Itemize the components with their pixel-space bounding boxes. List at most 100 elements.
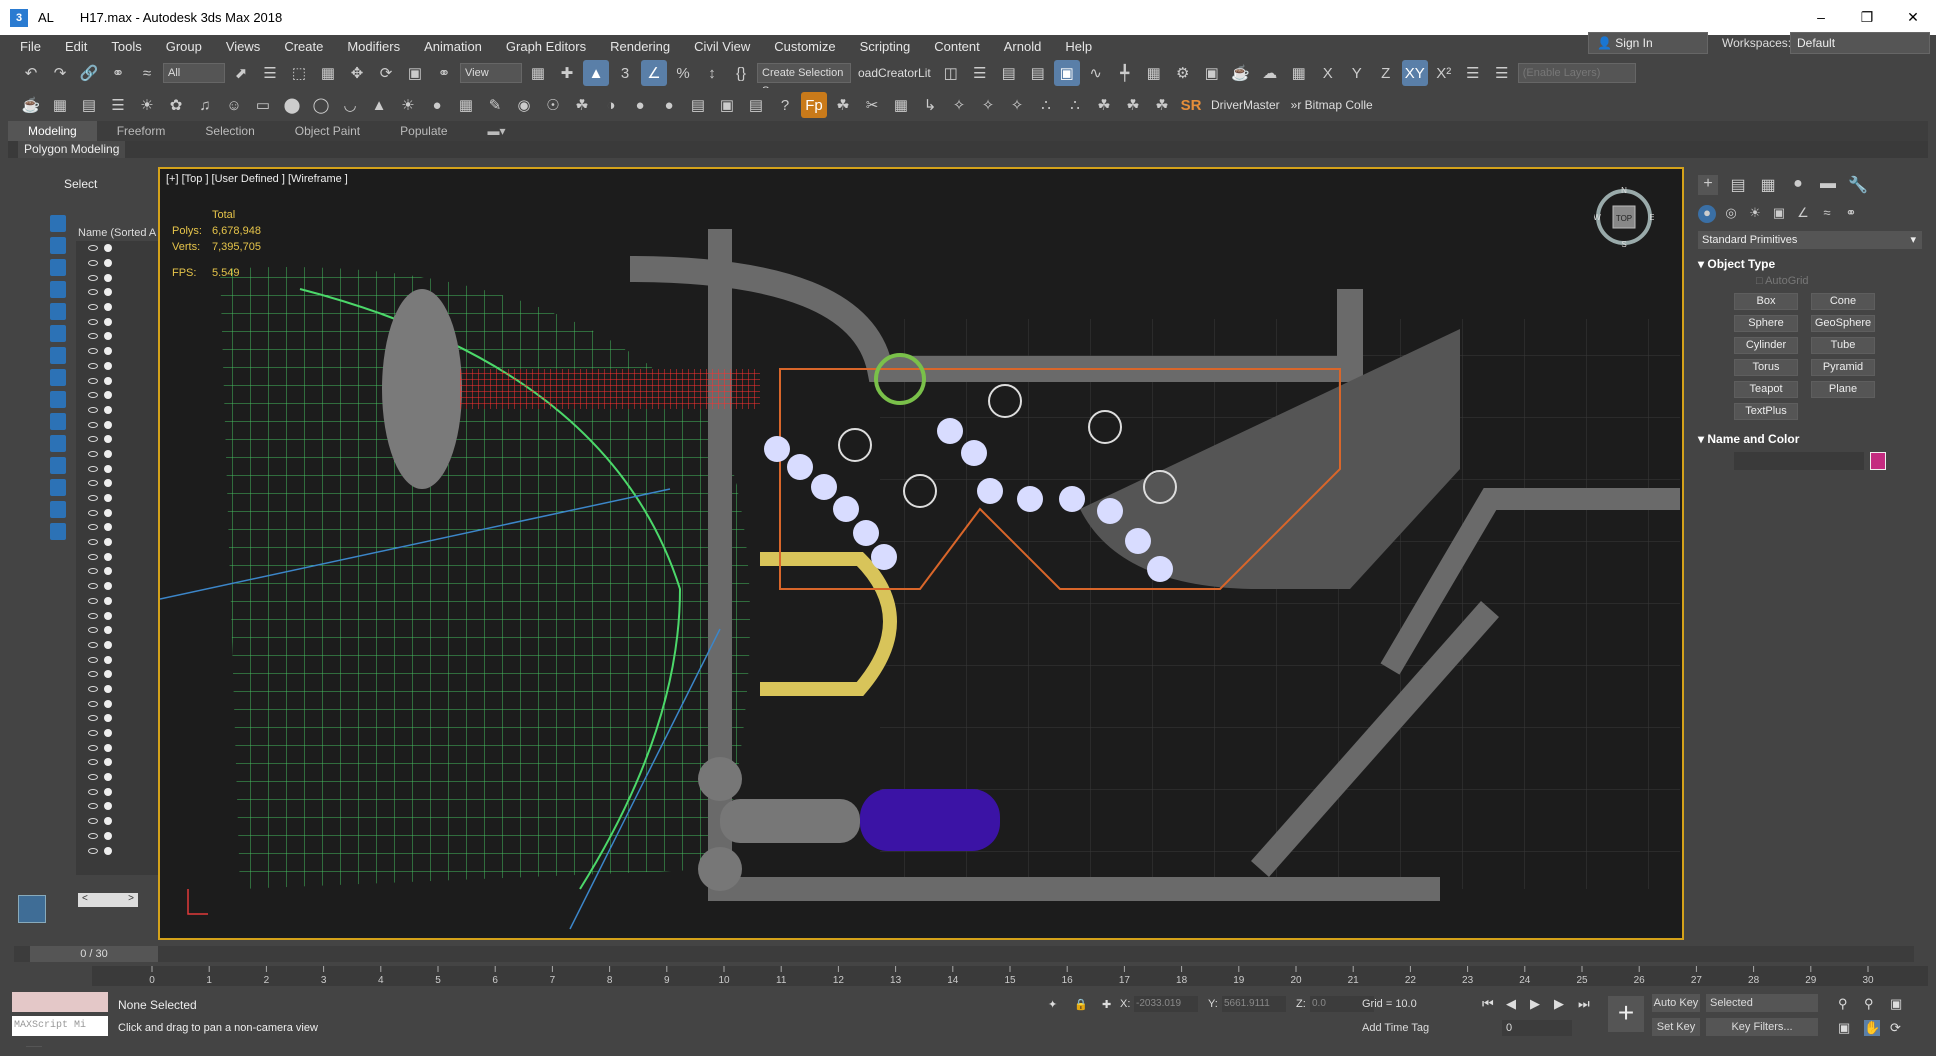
list-item[interactable]: [76, 829, 160, 844]
visibility-eye-icon[interactable]: [88, 480, 98, 487]
textplus-button[interactable]: TextPlus: [1734, 403, 1798, 420]
list-item[interactable]: [76, 755, 160, 770]
axis-x2-button[interactable]: X²: [1431, 60, 1457, 86]
select-object-icon[interactable]: ⬈: [228, 60, 254, 86]
tab-populate[interactable]: Populate: [380, 121, 467, 141]
scroll-right-icon[interactable]: >: [128, 893, 134, 907]
material-editor-icon[interactable]: ▦: [1141, 60, 1167, 86]
a360-icon[interactable]: ▦: [1286, 60, 1312, 86]
hdri-icon[interactable]: ◑: [598, 92, 624, 118]
visibility-eye-icon[interactable]: [88, 333, 98, 340]
visibility-eye-icon[interactable]: [88, 788, 98, 795]
rect-region-icon[interactable]: ⬚: [286, 60, 312, 86]
display-all-icon-2[interactable]: [50, 501, 66, 518]
menu-scripting[interactable]: Scripting: [848, 39, 923, 54]
display-groups-icon[interactable]: [50, 369, 66, 386]
display-cameras-icon[interactable]: [50, 303, 66, 320]
menu-customize[interactable]: Customize: [762, 39, 847, 54]
list-item[interactable]: [76, 417, 160, 432]
cone-prim-icon[interactable]: ▲: [366, 92, 392, 118]
sphere-button[interactable]: Sphere: [1734, 315, 1798, 332]
render-toggle-icon[interactable]: [104, 420, 112, 429]
current-frame-field[interactable]: 0: [1502, 1020, 1572, 1036]
sphere-prim-icon[interactable]: ◯: [308, 92, 334, 118]
list-column-header[interactable]: Name (Sorted A: [76, 225, 160, 241]
x-coord-field[interactable]: -2033.019: [1134, 996, 1198, 1012]
menu-rendering[interactable]: Rendering: [598, 39, 682, 54]
visibility-eye-icon[interactable]: [88, 260, 98, 267]
layers-icon[interactable]: ☰: [1460, 60, 1486, 86]
tab-selection[interactable]: Selection: [185, 121, 274, 141]
selection-filter[interactable]: All: [163, 63, 225, 83]
edit-named-sel-icon[interactable]: {}: [728, 60, 754, 86]
display-containers-icon[interactable]: [50, 435, 66, 452]
key-mode-select[interactable]: Selected: [1706, 994, 1818, 1012]
zoom-extents-icon[interactable]: ▣: [1890, 996, 1902, 1012]
viewcube-west-label[interactable]: W: [1594, 213, 1601, 222]
list-item[interactable]: [76, 608, 160, 623]
camera-icon[interactable]: ◉: [511, 92, 537, 118]
visibility-eye-icon[interactable]: [88, 436, 98, 443]
viewport-layout-icon[interactable]: [18, 895, 46, 923]
mirror-icon[interactable]: ◫: [938, 60, 964, 86]
lights-icon[interactable]: ☀: [1746, 205, 1764, 223]
time-slider[interactable]: 0 / 30: [30, 946, 158, 962]
render-toggle-icon[interactable]: [104, 802, 112, 811]
render-toggle-icon[interactable]: [104, 699, 112, 708]
mask-icon[interactable]: ●: [627, 92, 653, 118]
visibility-eye-icon[interactable]: [88, 700, 98, 707]
calculator-icon[interactable]: ▤: [76, 92, 102, 118]
visibility-eye-icon[interactable]: [88, 568, 98, 575]
render-toggle-icon[interactable]: [104, 552, 112, 561]
tube-button[interactable]: Tube: [1811, 337, 1875, 354]
node-blue2-icon[interactable]: ∴: [1062, 92, 1088, 118]
visibility-eye-icon[interactable]: [88, 803, 98, 810]
render-toggle-icon[interactable]: [104, 376, 112, 385]
display-geometry-icon[interactable]: [50, 237, 66, 254]
list-item[interactable]: [76, 270, 160, 285]
list-item[interactable]: [76, 520, 160, 535]
menu-help[interactable]: Help: [1053, 39, 1104, 54]
menu-content[interactable]: Content: [922, 39, 992, 54]
menu-civil-view[interactable]: Civil View: [682, 39, 762, 54]
spinner-snap-icon[interactable]: ↕: [699, 60, 725, 86]
hierarchy-tab-icon[interactable]: ▦: [1758, 175, 1778, 195]
maximize-button[interactable]: ❐: [1844, 0, 1890, 35]
viewport-top[interactable]: [+] [Top ] [User Defined ] [Wireframe ] …: [158, 167, 1684, 940]
visibility-eye-icon[interactable]: [88, 744, 98, 751]
render-toggle-icon[interactable]: [104, 464, 112, 473]
box-button[interactable]: Box: [1734, 293, 1798, 310]
visibility-eye-icon[interactable]: [88, 495, 98, 502]
render-toggle-icon[interactable]: [104, 244, 112, 253]
viewcube-east-label[interactable]: E: [1649, 213, 1654, 222]
render-toggle-icon[interactable]: [104, 405, 112, 414]
list-item[interactable]: [76, 388, 160, 403]
close-button[interactable]: ✕: [1890, 0, 1936, 35]
next-frame-icon[interactable]: ▶: [1554, 996, 1564, 1012]
render-toggle-icon[interactable]: [104, 773, 112, 782]
tree-icon[interactable]: ☘: [569, 92, 595, 118]
set-key-button[interactable]: Set Key: [1652, 1018, 1700, 1036]
menu-tools[interactable]: Tools: [99, 39, 153, 54]
visibility-eye-icon[interactable]: [88, 730, 98, 737]
bitmap-icon[interactable]: ▣: [714, 92, 740, 118]
percent-snap-icon[interactable]: %: [670, 60, 696, 86]
visibility-eye-icon[interactable]: [88, 348, 98, 355]
file-icon[interactable]: ▤: [743, 92, 769, 118]
goto-end-icon[interactable]: ⏭: [1578, 996, 1590, 1012]
place-icon[interactable]: ⚭: [431, 60, 457, 86]
render-toggle-icon[interactable]: [104, 758, 112, 767]
render-toggle-icon[interactable]: [104, 670, 112, 679]
visibility-eye-icon[interactable]: [88, 304, 98, 311]
scatter-orange-icon[interactable]: ✧: [946, 92, 972, 118]
menu-edit[interactable]: Edit: [53, 39, 99, 54]
sky-icon[interactable]: ●: [424, 92, 450, 118]
create-tab-icon[interactable]: +: [1698, 175, 1718, 195]
visibility-eye-icon[interactable]: [88, 524, 98, 531]
list-item[interactable]: [76, 491, 160, 506]
display-helpers-icon[interactable]: [50, 325, 66, 342]
viewcube-top-label[interactable]: TOP: [1616, 214, 1632, 223]
render-toggle-icon[interactable]: [104, 626, 112, 635]
track-bar[interactable]: 0 1 2 3 4 5 6 7 8 9 10 11 12 13 14 15 16 17 18 19 20 21 22 23 24…: [92, 966, 1928, 986]
fov-icon[interactable]: ▣: [1838, 1020, 1850, 1036]
